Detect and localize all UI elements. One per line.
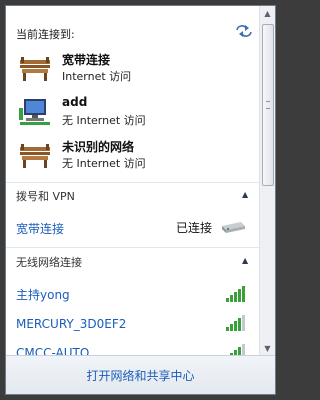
signal-bar <box>226 327 229 331</box>
footer-bar: 打开网络和共享中心 <box>6 355 275 394</box>
open-network-sharing-center-link[interactable]: 打开网络和共享中心 <box>86 367 194 384</box>
connected-header: 当前连接到: <box>16 28 75 41</box>
network-access-status: 无 Internet 访问 <box>62 114 146 127</box>
wifi-item[interactable]: MERCURY_3D0EF2 <box>16 313 256 331</box>
section-divider <box>6 182 261 183</box>
scroll-down-icon[interactable]: ▼ <box>261 342 274 355</box>
signal-bar <box>242 315 245 331</box>
wifi-name[interactable]: 主持yong <box>16 288 70 302</box>
network-name: 宽带连接 <box>62 53 111 67</box>
scrollbar-grip <box>266 101 270 109</box>
wireless-section-header: 无线网络连接 <box>16 256 82 269</box>
dialup-connection-status: 已连接 <box>176 221 213 235</box>
dialup-item-broadband[interactable]: 宽带连接 已连接 <box>16 218 256 236</box>
scroll-up-icon[interactable]: ▲ <box>261 7 274 20</box>
dialup-collapse-icon[interactable]: ▲ <box>242 190 248 199</box>
wifi-item[interactable]: CMCC-AUTO <box>16 342 256 356</box>
modem-icon <box>222 222 245 233</box>
bench-network-icon <box>20 57 50 81</box>
network-name: add <box>62 95 88 109</box>
connected-network-broadband[interactable]: 宽带连接 Internet 访问 <box>14 50 254 86</box>
dialup-section-header: 拨号和 VPN <box>16 190 75 203</box>
signal-bar <box>226 298 229 302</box>
signal-bar <box>234 321 237 331</box>
network-name: 未识别的网络 <box>62 140 135 154</box>
signal-bar <box>238 318 241 331</box>
refresh-icon[interactable] <box>235 24 253 38</box>
wifi-name[interactable]: MERCURY_3D0EF2 <box>16 317 126 331</box>
signal-bar <box>230 295 233 302</box>
computer-network-icon <box>19 99 50 125</box>
signal-strength-icon <box>230 344 245 356</box>
signal-strength-icon <box>226 286 245 302</box>
wireless-collapse-icon[interactable]: ▲ <box>242 256 248 265</box>
bench-network-icon <box>20 144 50 168</box>
section-divider <box>6 247 261 248</box>
signal-bar <box>242 286 245 302</box>
connected-network-unidentified[interactable]: 未识别的网络 无 Internet 访问 <box>14 137 254 173</box>
signal-bar <box>230 324 233 331</box>
scrollbar-thumb[interactable] <box>262 24 274 186</box>
network-access-status: 无 Internet 访问 <box>62 157 146 170</box>
wifi-item[interactable]: 主持yong <box>16 284 256 302</box>
signal-strength-icon <box>226 315 245 331</box>
network-list: 当前连接到: 宽带连接 Internet 访问 add 无 Internet 访… <box>6 6 261 356</box>
signal-bar <box>238 289 241 302</box>
network-flyout: 当前连接到: 宽带连接 Internet 访问 add 无 Internet 访… <box>5 5 276 395</box>
scrollbar[interactable]: ▲ ▼ <box>259 6 275 356</box>
connected-network-add[interactable]: add 无 Internet 访问 <box>14 94 254 130</box>
dialup-connection-name[interactable]: 宽带连接 <box>16 222 64 236</box>
signal-bar <box>234 292 237 302</box>
network-access-status: Internet 访问 <box>62 70 132 83</box>
